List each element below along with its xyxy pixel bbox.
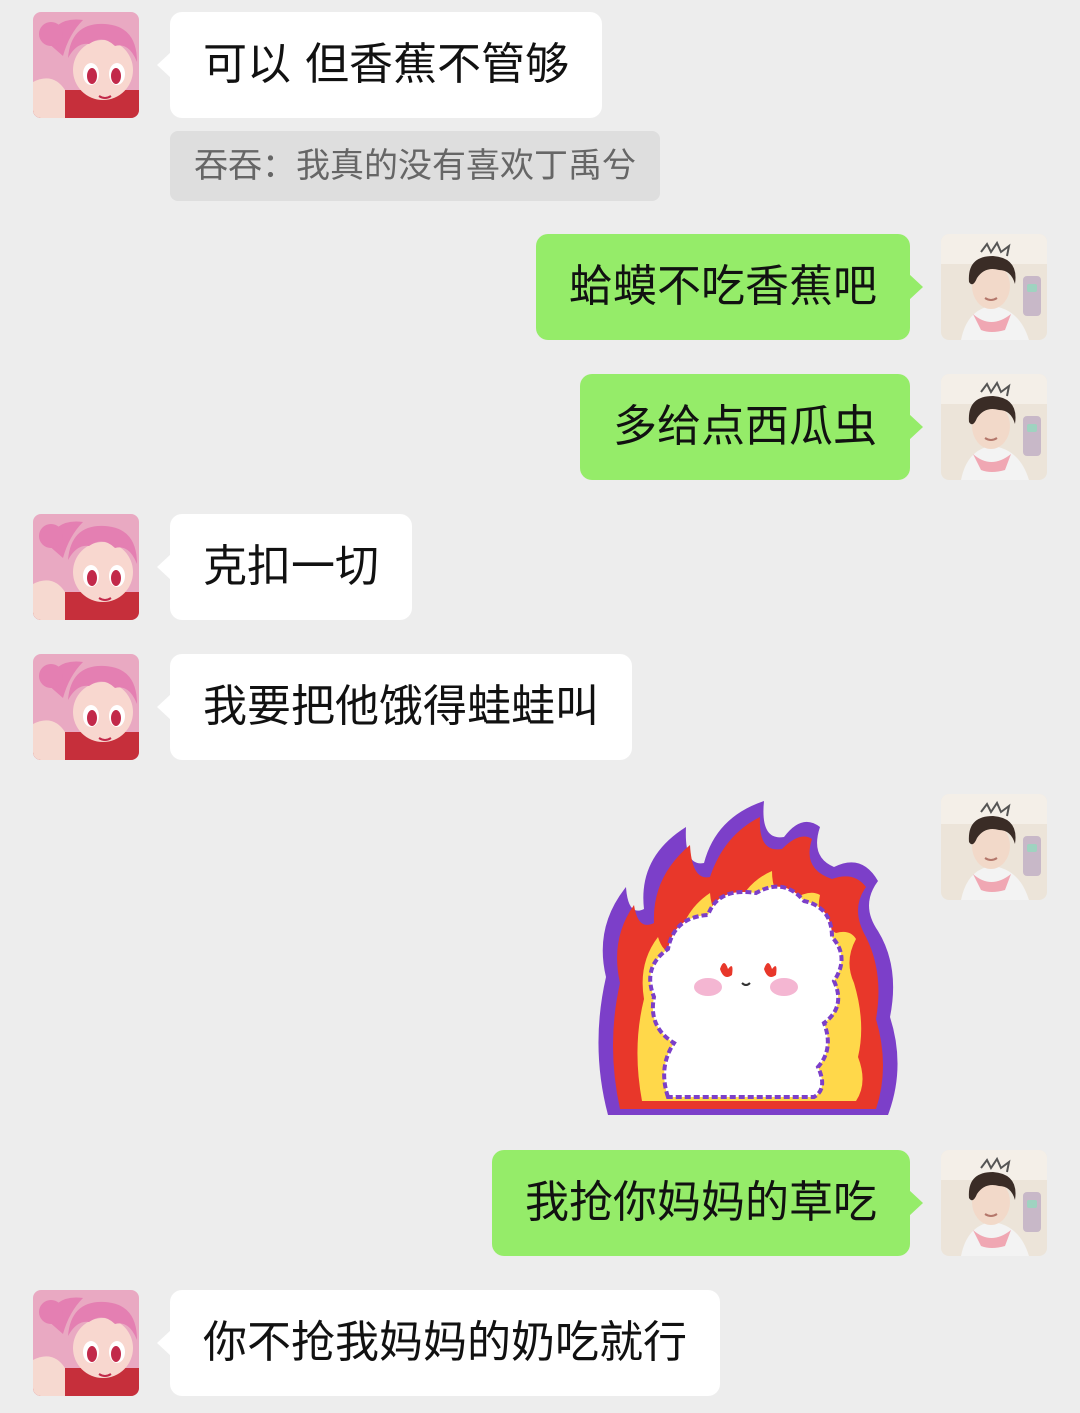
incoming-message-bubble[interactable]: 克扣一切: [157, 514, 412, 620]
incoming-message-bubble[interactable]: 可以 但香蕉不管够: [157, 12, 602, 118]
sticker-message[interactable]: [588, 797, 910, 1119]
self-avatar[interactable]: [941, 794, 1047, 900]
short-haired-person-avatar-icon: [941, 234, 1047, 340]
outgoing-message-bubble[interactable]: 多给点西瓜虫: [580, 374, 923, 480]
outgoing-message-bubble[interactable]: 我抢你妈妈的草吃: [492, 1150, 923, 1256]
outgoing-message-bubble[interactable]: 蛤蟆不吃香蕉吧: [536, 234, 923, 340]
contact-avatar[interactable]: [33, 654, 139, 760]
contact-avatar[interactable]: [33, 12, 139, 118]
quoted-message[interactable]: 吞吞：我真的没有喜欢丁禹兮: [170, 131, 660, 201]
pink-haired-anime-girl-avatar-icon: [33, 1290, 139, 1396]
self-avatar[interactable]: [941, 234, 1047, 340]
pink-haired-anime-girl-avatar-icon: [33, 654, 139, 760]
contact-avatar[interactable]: [33, 1290, 139, 1396]
short-haired-person-avatar-icon: [941, 1150, 1047, 1256]
incoming-message-bubble[interactable]: 你不抢我妈妈的奶吃就行: [157, 1290, 720, 1396]
contact-avatar[interactable]: [33, 514, 139, 620]
incoming-message-bubble[interactable]: 我要把他饿得蛙蛙叫: [157, 654, 632, 760]
short-haired-person-avatar-icon: [941, 374, 1047, 480]
flaming-angry-bunny-sticker-icon: [598, 801, 898, 1115]
pink-haired-anime-girl-avatar-icon: [33, 514, 139, 620]
self-avatar[interactable]: [941, 1150, 1047, 1256]
short-haired-person-avatar-icon: [941, 794, 1047, 900]
pink-haired-anime-girl-avatar-icon: [33, 12, 139, 118]
self-avatar[interactable]: [941, 374, 1047, 480]
